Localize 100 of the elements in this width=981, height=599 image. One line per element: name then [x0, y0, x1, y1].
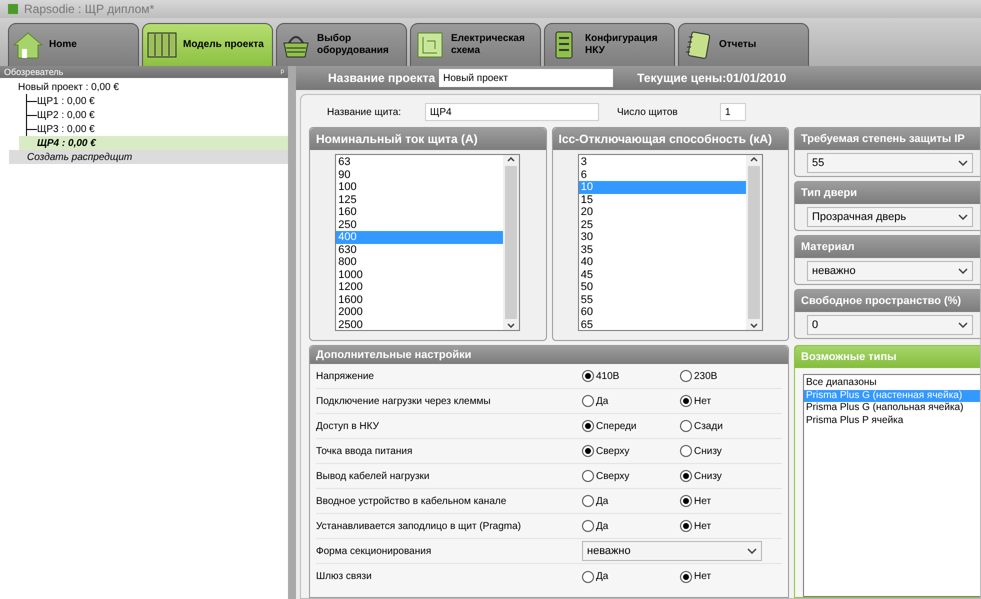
list-item[interactable]: 6 — [578, 168, 746, 181]
list-item[interactable]: 90 — [336, 168, 504, 181]
list-item[interactable]: 50 — [578, 281, 746, 294]
tree-item[interactable]: ЩР1 : 0,00 € — [19, 94, 288, 108]
radio-button[interactable] — [582, 420, 594, 432]
tab[interactable]: Електрическая схема — [410, 23, 541, 66]
diagram-icon — [415, 31, 445, 59]
list-item[interactable]: 25 — [578, 218, 746, 231]
pin-button[interactable]: ᵖ — [280, 66, 284, 78]
dropdown[interactable]: неважно — [807, 261, 973, 281]
dropdown[interactable]: 0 — [807, 315, 973, 335]
dropdown[interactable]: 55 — [807, 153, 973, 173]
list-item[interactable]: 20 — [578, 206, 746, 218]
tab[interactable]: Конфигурация НКУ — [544, 23, 675, 66]
list-item[interactable]: 40 — [578, 256, 746, 268]
list-item[interactable]: 800 — [336, 256, 504, 268]
radio-button[interactable] — [680, 395, 692, 407]
notebook-icon — [683, 31, 713, 59]
tree-item[interactable]: Новый проект : 0,00 € — [0, 80, 288, 94]
radio-label: Да — [596, 394, 608, 408]
radio-button[interactable] — [582, 395, 594, 407]
radio-label: Сверху — [596, 470, 630, 484]
radio-label: Сзади — [694, 420, 723, 434]
radio-button[interactable] — [680, 520, 692, 532]
app-icon — [8, 4, 18, 14]
radio-button[interactable] — [582, 570, 594, 582]
panel-header: Дополнительные настройки — [310, 346, 788, 364]
list-item[interactable]: 60 — [578, 306, 746, 318]
radio-button[interactable] — [582, 470, 594, 482]
tree-item[interactable]: ЩР3 : 0,00 € — [19, 122, 288, 136]
list-item[interactable]: 55 — [578, 294, 746, 306]
setting-label: Напряжение — [316, 370, 375, 384]
tab[interactable]: Отчеты — [678, 23, 809, 66]
setting-label: Вводное устройство в кабельном канале — [316, 494, 508, 508]
dropdown[interactable]: неважно — [582, 541, 762, 561]
panel-header: Материал — [795, 236, 980, 258]
list-item[interactable]: 65 — [578, 318, 746, 331]
create-board-link[interactable]: Создать распредщит — [9, 150, 288, 164]
board-name-field[interactable]: ЩР4 — [425, 103, 599, 121]
dropdown-value: неважно — [812, 264, 856, 279]
radio-button[interactable] — [680, 370, 692, 382]
radio-button[interactable] — [680, 495, 692, 507]
radio-label: Спереди — [596, 420, 637, 434]
listbox[interactable]: 63 90 100 125 160 250 400 630 800 1000 1200 1600 2000 2500 — [335, 154, 520, 331]
window-title: Rapsodie : ЩР диплом* — [24, 1, 154, 17]
list-item[interactable]: 35 — [578, 244, 746, 256]
list-item[interactable]: 160 — [336, 206, 504, 218]
radio-button[interactable] — [582, 445, 594, 457]
list-item[interactable]: 63 — [336, 156, 504, 168]
caret-icon — [958, 214, 968, 220]
scrollbar[interactable] — [746, 155, 762, 330]
tree-item[interactable]: ЩР4 : 0,00 € — [19, 136, 288, 150]
panel-header: Свободное пространство (%) — [795, 290, 980, 312]
list-item[interactable]: 630 — [336, 244, 504, 256]
radio-label: Да — [596, 520, 608, 534]
project-name-field[interactable]: Новый проект — [439, 69, 614, 87]
tab[interactable]: Модель проекта — [142, 23, 273, 66]
list-item[interactable]: 15 — [578, 194, 746, 206]
list-item[interactable]: 100 — [336, 181, 504, 194]
panel-header: Возможные типы — [795, 346, 980, 368]
radio-button[interactable] — [582, 495, 594, 507]
list-item[interactable]: Prisma Plus P ячейка — [804, 414, 980, 427]
radio-button[interactable] — [582, 520, 594, 532]
list-item[interactable]: 3 — [578, 156, 746, 168]
radio-button[interactable] — [680, 420, 692, 432]
list-item[interactable]: 1600 — [336, 294, 504, 306]
setting-label: Шлюз связи — [316, 570, 373, 584]
list-item[interactable]: Prisma Plus G (напольная ячейка) — [804, 402, 980, 414]
radio-label: Нет — [694, 394, 712, 408]
radio-button[interactable] — [680, 570, 692, 582]
radio-label: Нет — [694, 494, 712, 508]
list-item[interactable]: 45 — [578, 268, 746, 281]
radio-button[interactable] — [680, 445, 692, 457]
prices-label: Текущие цены:01/01/2010 — [637, 70, 786, 87]
board-count-field[interactable]: 1 — [720, 103, 746, 121]
list-item[interactable]: 2000 — [336, 306, 504, 318]
caret-icon — [958, 160, 968, 166]
list-item[interactable]: 1200 — [336, 281, 504, 294]
tab[interactable]: Home — [8, 23, 139, 66]
dropdown-value: неважно — [587, 544, 631, 559]
list-item[interactable]: 2500 — [336, 318, 504, 331]
radio-button[interactable] — [680, 470, 692, 482]
radio-label: Нет — [694, 520, 712, 534]
list-item[interactable]: 125 — [336, 194, 504, 206]
scrollbar[interactable] — [503, 155, 520, 330]
listbox[interactable]: Все диапазоны Prisma Plus G (настенная ячейка) Prisma Plus G (напольная ячейка) Prisma Plus P ячейка — [803, 374, 980, 597]
field-label: Название щита: — [327, 106, 402, 120]
radio-button[interactable] — [582, 370, 594, 382]
list-item[interactable]: 250 — [336, 218, 504, 231]
setting-label: Вывод кабелей нагрузки — [316, 470, 431, 484]
cabinet-icon — [147, 31, 177, 59]
tree-item[interactable]: ЩР2 : 0,00 € — [19, 108, 288, 122]
list-item[interactable]: 1000 — [336, 268, 504, 281]
tab[interactable]: Выбор оборудования — [276, 23, 407, 66]
list-item[interactable]: 30 — [578, 231, 746, 244]
dropdown[interactable]: Прозрачная дверь — [807, 207, 973, 227]
setting-label: Форма секционирования — [316, 544, 432, 558]
field-label: Название проекта — [328, 70, 436, 87]
listbox[interactable]: 3 6 10 15 20 25 30 35 40 45 50 55 60 65 — [578, 154, 763, 331]
list-item[interactable]: Все диапазоны — [804, 377, 980, 390]
